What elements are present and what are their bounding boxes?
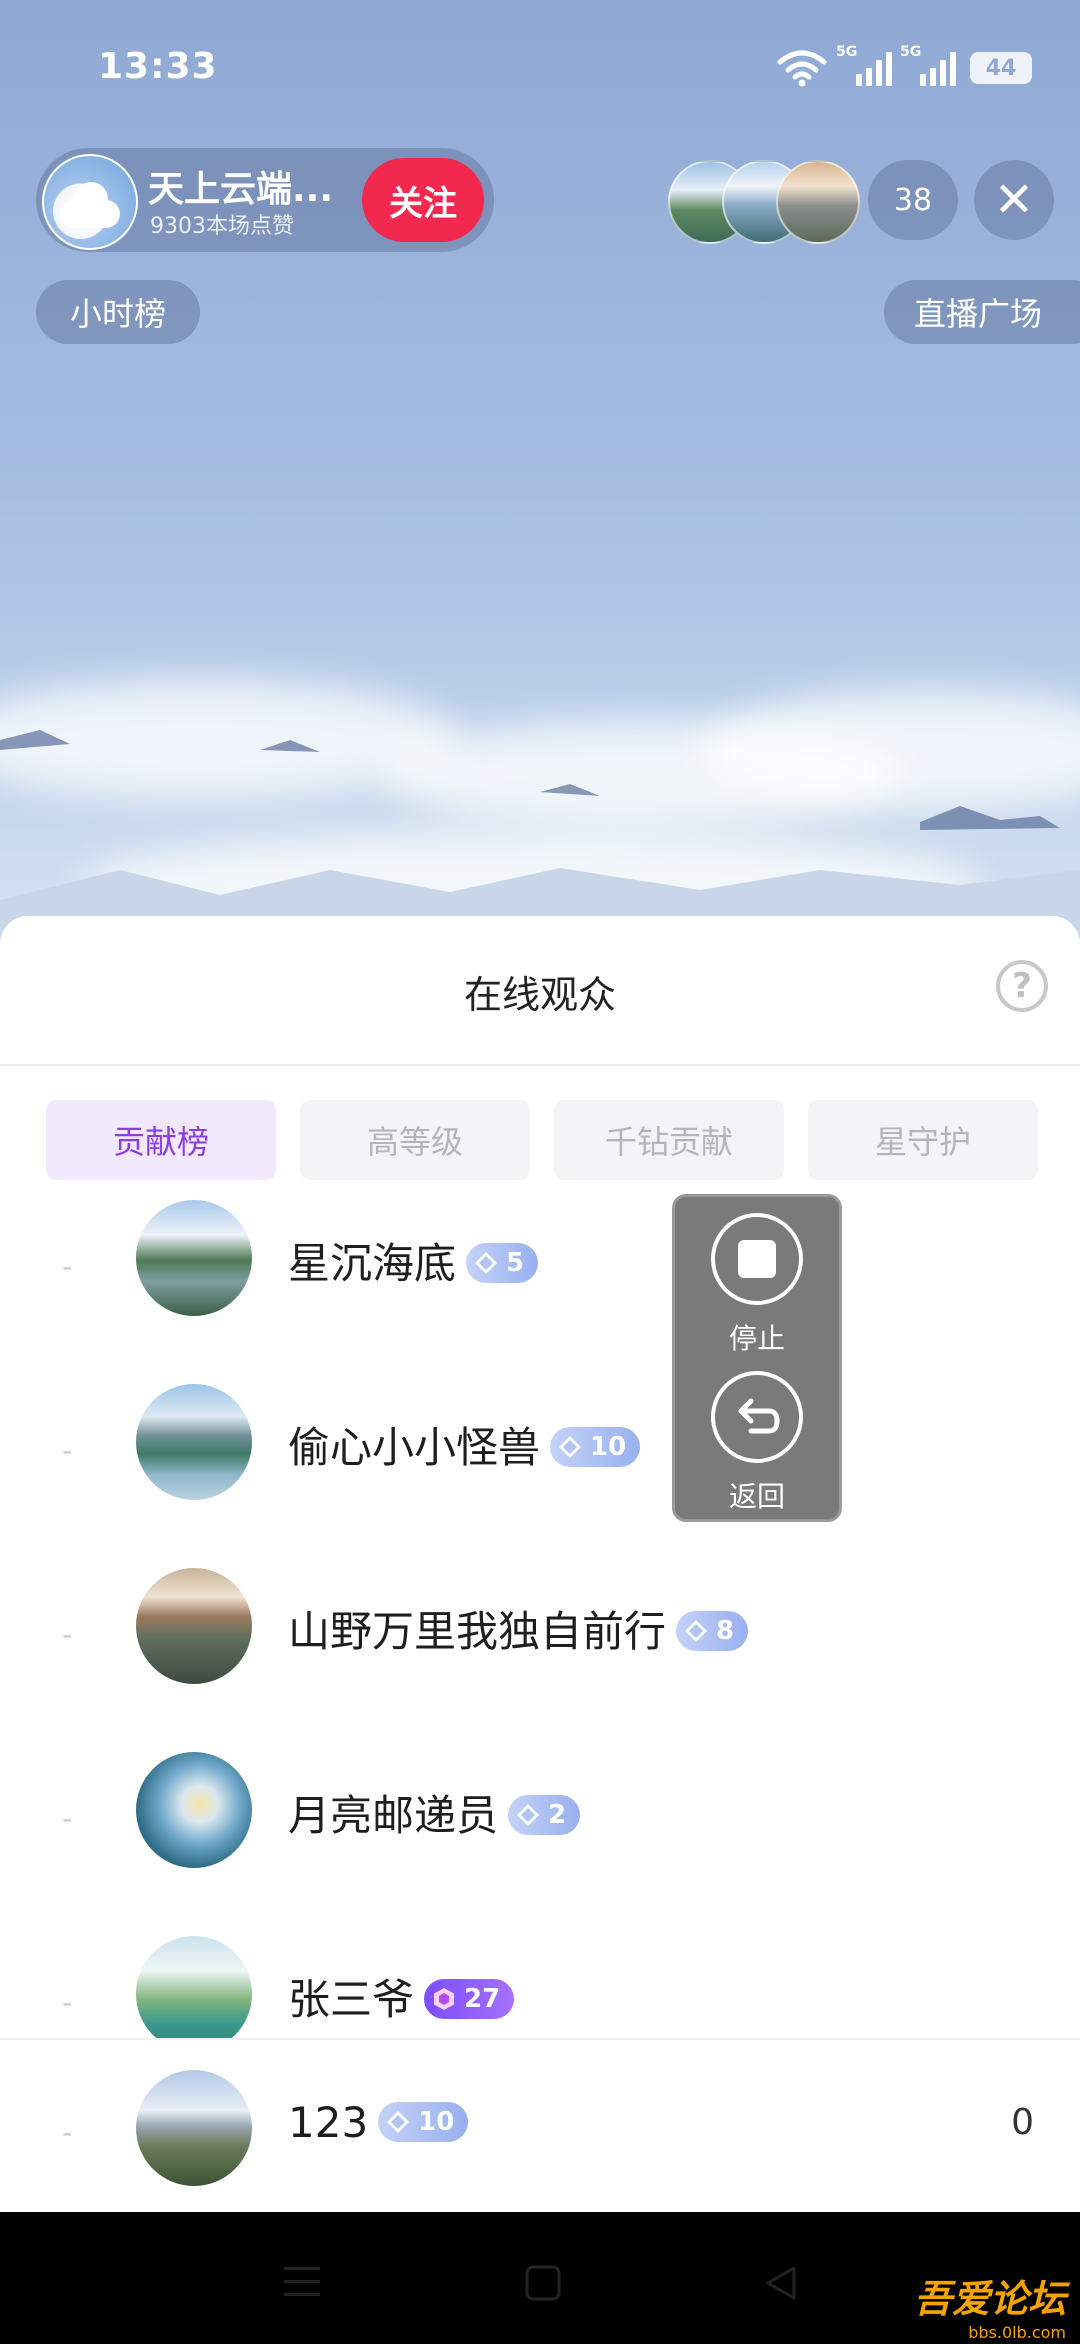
diamond-icon bbox=[685, 1619, 708, 1642]
online-viewers-sheet: 在线观众 ? 贡献榜 高等级 千钻贡献 星守护 - 星沉海底 5 - 偷心小小怪兽… bbox=[0, 916, 1080, 2212]
forum-watermark: 吾爱论坛 bbs.0lb.com bbox=[914, 2268, 1066, 2342]
list-item[interactable]: - 星沉海底 5 bbox=[0, 1172, 1080, 1356]
network-type-2: 5G bbox=[900, 44, 922, 60]
diamond-icon bbox=[387, 2110, 410, 2133]
level-value: 10 bbox=[418, 2106, 455, 2137]
list-item[interactable]: - 月亮邮递员 2 bbox=[0, 1724, 1080, 1908]
hour-rank-button[interactable]: 小时榜 bbox=[36, 280, 200, 344]
battery-icon: 44 bbox=[970, 52, 1032, 84]
user-name: 星沉海底 bbox=[288, 1239, 457, 1288]
diamond-icon bbox=[559, 1435, 582, 1458]
stop-button[interactable] bbox=[711, 1213, 803, 1305]
signal-2-icon: 5G bbox=[900, 44, 956, 86]
level-badge: 10 bbox=[550, 1426, 641, 1467]
diamond-icon bbox=[475, 1251, 498, 1274]
viewer-avatar[interactable] bbox=[776, 160, 860, 244]
status-icons: 5G 5G 44 bbox=[776, 44, 1032, 88]
level-value: 10 bbox=[590, 1431, 627, 1462]
level-badge: 2 bbox=[508, 1794, 581, 1835]
watermark-url: bbs.0lb.com bbox=[968, 2323, 1066, 2342]
watermark-title: 吾爱论坛 bbox=[913, 2277, 1066, 2321]
tab-star-guard[interactable]: 星守护 bbox=[808, 1100, 1038, 1180]
stop-icon bbox=[738, 1240, 776, 1278]
menu-icon[interactable] bbox=[282, 2264, 322, 2300]
user-name: 123 bbox=[288, 2098, 369, 2147]
host-card[interactable]: 天上云端... 9303本场点赞 关注 bbox=[36, 148, 494, 252]
avatar[interactable] bbox=[136, 1568, 252, 1684]
help-icon[interactable]: ? bbox=[996, 960, 1048, 1012]
avatar[interactable] bbox=[136, 1752, 252, 1868]
network-type-1: 5G bbox=[836, 44, 858, 60]
tab-contribution[interactable]: 贡献榜 bbox=[46, 1100, 276, 1180]
rank: - bbox=[62, 2116, 73, 2149]
wifi-icon bbox=[777, 50, 827, 87]
level-value: 2 bbox=[548, 1799, 567, 1830]
rank: - bbox=[62, 1618, 73, 1651]
follow-button[interactable]: 关注 bbox=[362, 158, 484, 242]
mountain-silhouette bbox=[0, 730, 1080, 940]
signal-1-icon: 5G bbox=[836, 44, 892, 86]
host-avatar[interactable] bbox=[42, 154, 138, 250]
hexagon-icon bbox=[434, 1987, 455, 2010]
level-value: 5 bbox=[506, 1247, 525, 1278]
tab-high-level[interactable]: 高等级 bbox=[300, 1100, 530, 1180]
rank: - bbox=[62, 1250, 73, 1283]
rank: - bbox=[62, 1802, 73, 1835]
score: 0 bbox=[1011, 2102, 1034, 2143]
level-badge: 10 bbox=[378, 2101, 469, 2142]
close-button[interactable]: ✕ bbox=[974, 160, 1054, 240]
clock: 13:33 bbox=[98, 46, 218, 87]
rank: - bbox=[62, 1986, 73, 2019]
avatar[interactable] bbox=[136, 1936, 252, 2052]
diamond-icon bbox=[517, 1803, 540, 1826]
rank: - bbox=[62, 1434, 73, 1467]
live-plaza-button[interactable]: 直播广场 bbox=[884, 280, 1080, 344]
level-badge: 27 bbox=[424, 1978, 515, 2019]
avatar[interactable] bbox=[136, 1200, 252, 1316]
level-badge: 5 bbox=[466, 1242, 539, 1283]
tab-bar: 贡献榜 高等级 千钻贡献 星守护 bbox=[46, 1100, 1038, 1180]
back-label: 返回 bbox=[728, 1480, 785, 1513]
user-name: 张三爷 bbox=[288, 1975, 415, 2024]
list-item[interactable]: - 山野万里我独自前行 8 bbox=[0, 1540, 1080, 1724]
user-name: 山野万里我独自前行 bbox=[288, 1607, 667, 1656]
live-stream-background bbox=[0, 0, 1080, 960]
list-item[interactable]: - 偷心小小怪兽 10 bbox=[0, 1356, 1080, 1540]
level-badge: 8 bbox=[676, 1610, 749, 1651]
host-name: 天上云端... bbox=[148, 169, 334, 210]
avatar[interactable] bbox=[136, 2070, 252, 2186]
screen-recorder-panel: 停止 返回 bbox=[672, 1194, 842, 1522]
level-value: 27 bbox=[464, 1983, 501, 2014]
user-name: 偷心小小怪兽 bbox=[288, 1423, 541, 1472]
viewer-count[interactable]: 38 bbox=[868, 160, 958, 240]
host-likes: 9303本场点赞 bbox=[150, 214, 294, 239]
undo-icon bbox=[738, 1398, 780, 1434]
user-name: 月亮邮递员 bbox=[288, 1791, 499, 1840]
back-nav-icon[interactable] bbox=[762, 2264, 800, 2302]
divider bbox=[0, 1064, 1080, 1066]
tab-thousand-diamond[interactable]: 千钻贡献 bbox=[554, 1100, 784, 1180]
home-icon[interactable] bbox=[524, 2264, 562, 2302]
back-button[interactable] bbox=[711, 1371, 803, 1463]
sheet-title: 在线观众 bbox=[463, 973, 616, 1017]
stop-label: 停止 bbox=[728, 1322, 785, 1355]
status-bar: 13:33 5G 5G 44 bbox=[0, 40, 1080, 96]
level-value: 8 bbox=[716, 1615, 735, 1646]
avatar[interactable] bbox=[136, 1384, 252, 1500]
my-rank-row[interactable]: - 123 10 0 bbox=[0, 2038, 1080, 2212]
top-viewer-avatars[interactable] bbox=[668, 160, 860, 244]
